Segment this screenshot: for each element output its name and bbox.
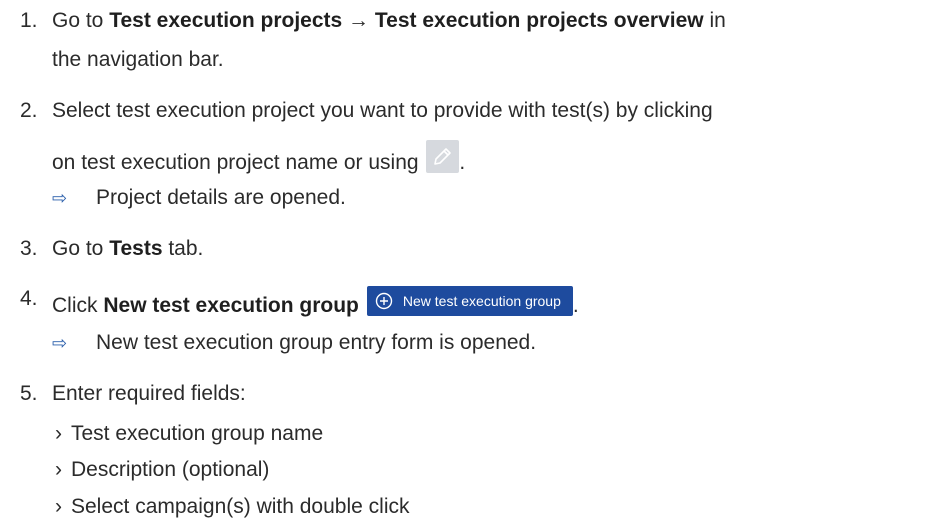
step-number: 4. <box>20 287 38 310</box>
step-number: 3. <box>20 237 38 260</box>
chevron-right-icon: › <box>55 495 62 518</box>
result-text: New test execution group entry form is o… <box>96 331 537 354</box>
step-text: Enter required fields: <box>52 382 246 405</box>
step-text: in <box>703 9 726 32</box>
step-number: 5. <box>20 382 38 405</box>
new-test-execution-group-button[interactable]: New test execution group <box>366 286 573 316</box>
step-text: Go to <box>52 9 110 32</box>
pencil-edit-icon[interactable] <box>426 140 460 173</box>
instruction-document: 1. Go to Test execution projects → Test … <box>20 9 726 518</box>
ui-reference: Tests <box>109 237 163 260</box>
step-text: on test execution project name or using <box>52 151 419 174</box>
step-text: Click <box>52 294 104 317</box>
ui-reference: Test execution projects overview <box>374 9 704 32</box>
chevron-right-icon: › <box>55 458 62 481</box>
nav-arrow: → <box>342 9 375 32</box>
result-arrow-icon: ⇨ <box>52 188 68 208</box>
step-number: 2. <box>20 99 38 122</box>
step-number: 1. <box>20 9 38 32</box>
subitem-text: Test execution group name <box>71 422 324 445</box>
result-arrow-icon: ⇨ <box>52 333 68 353</box>
ui-reference: Test execution projects <box>109 9 343 32</box>
plus-circle-icon <box>375 292 393 310</box>
step-text: Go to <box>52 237 110 260</box>
step-text: tab. <box>162 237 204 260</box>
ui-reference: New test execution group <box>103 294 359 317</box>
result-text: Project details are opened. <box>96 186 346 209</box>
button-label: New test execution group <box>402 293 561 309</box>
subitem-text: Select campaign(s) with double click <box>71 495 410 518</box>
subitem-text: Description (optional) <box>71 458 270 481</box>
chevron-right-icon: › <box>55 422 62 445</box>
step-text: Select test execution project you want t… <box>52 99 713 122</box>
